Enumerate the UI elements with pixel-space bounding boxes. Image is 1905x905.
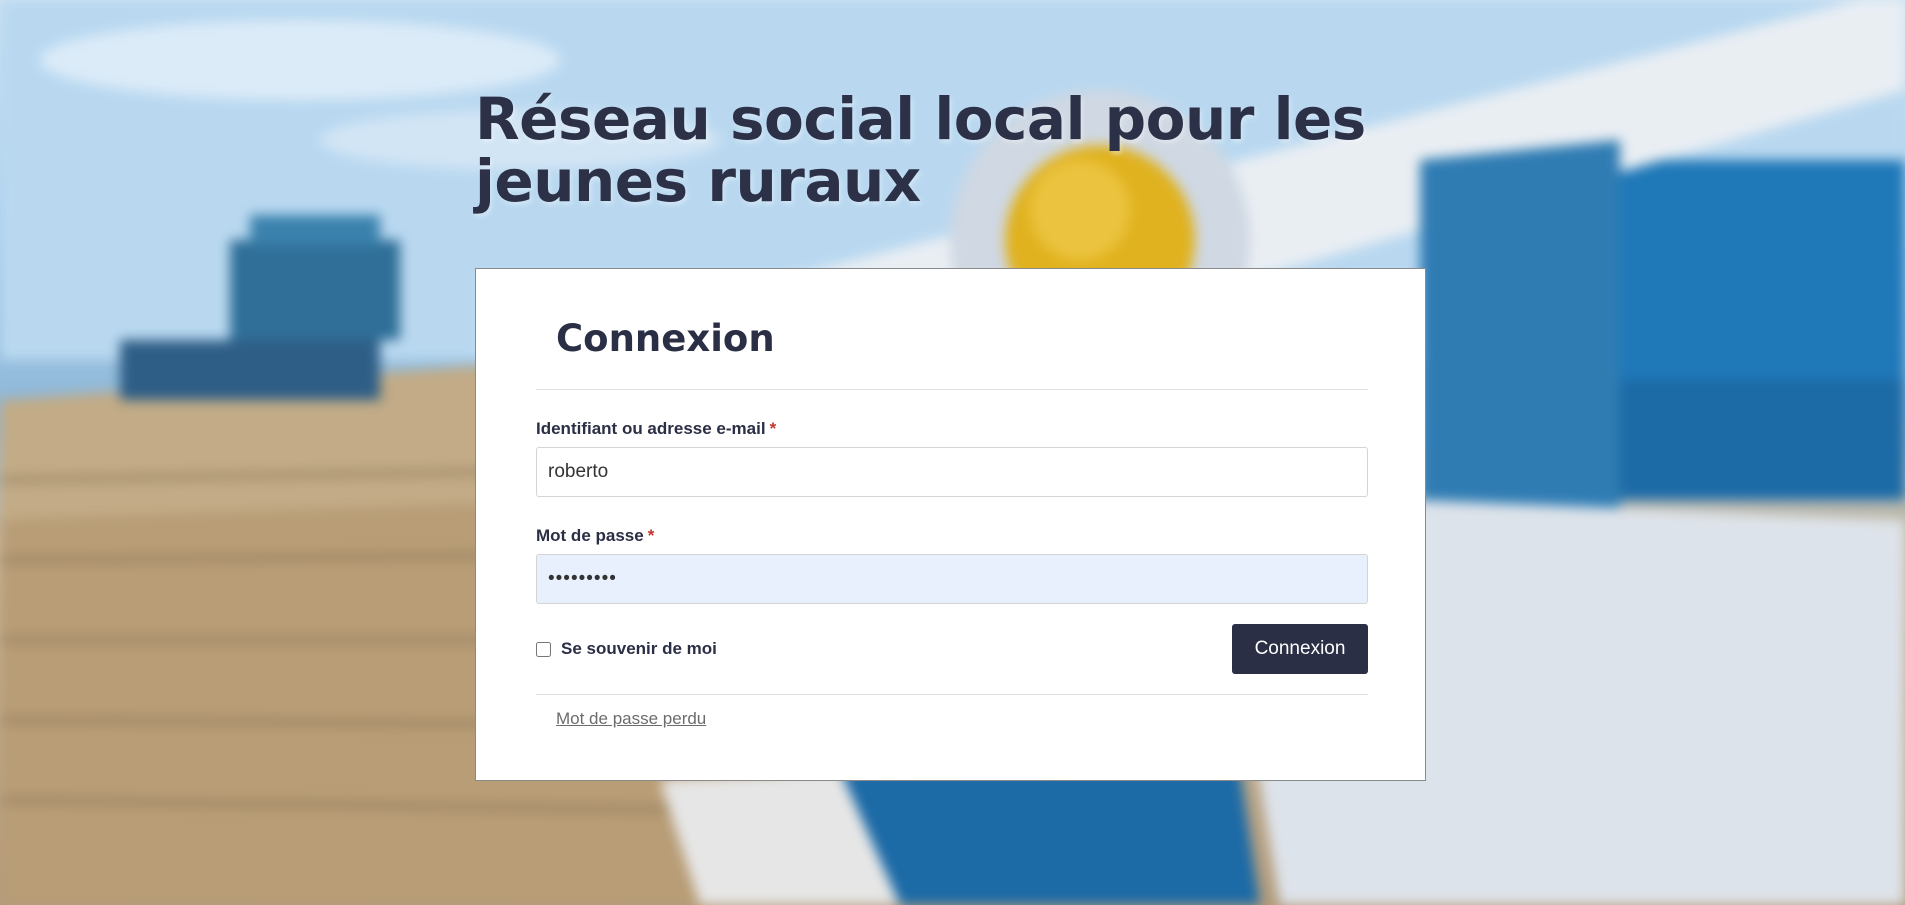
login-heading: Connexion bbox=[556, 317, 775, 360]
username-label: Identifiant ou adresse e-mail * bbox=[536, 419, 776, 439]
username-label-text: Identifiant ou adresse e-mail bbox=[536, 419, 766, 438]
required-asterisk: * bbox=[647, 526, 655, 545]
username-input[interactable] bbox=[536, 447, 1368, 497]
remember-me[interactable]: Se souvenir de moi bbox=[536, 639, 717, 659]
remember-me-checkbox[interactable] bbox=[536, 641, 551, 657]
required-asterisk: * bbox=[769, 419, 777, 438]
remember-me-label: Se souvenir de moi bbox=[561, 639, 717, 658]
login-card: Connexion Identifiant ou adresse e-mail *… bbox=[475, 268, 1426, 781]
footer-divider bbox=[536, 694, 1368, 695]
password-label-text: Mot de passe bbox=[536, 526, 644, 545]
password-input[interactable] bbox=[536, 554, 1368, 604]
password-label: Mot de passe * bbox=[536, 526, 654, 546]
site-title: Réseau social local pour les jeunes rura… bbox=[475, 85, 1366, 215]
heading-divider bbox=[536, 389, 1368, 390]
login-button[interactable]: Connexion bbox=[1232, 624, 1368, 674]
lost-password-link[interactable]: Mot de passe perdu bbox=[556, 709, 706, 729]
